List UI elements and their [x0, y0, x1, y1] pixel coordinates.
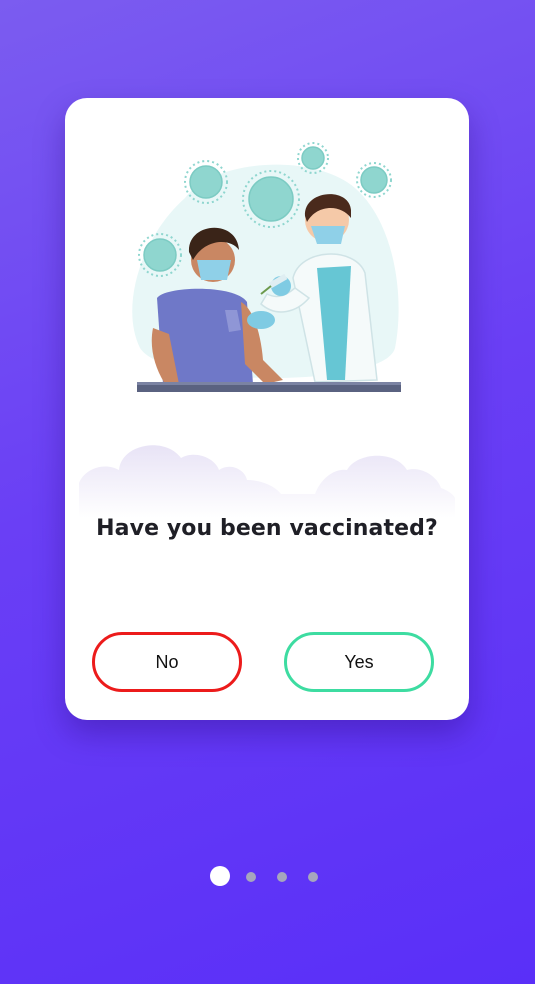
- question-card: Have you been vaccinated? No Yes: [65, 98, 469, 720]
- pagination-dot-2[interactable]: [246, 872, 256, 882]
- vaccination-illustration: [79, 142, 455, 518]
- pagination-dot-1[interactable]: [210, 866, 230, 886]
- pagination-dot-3[interactable]: [277, 872, 287, 882]
- question-title: Have you been vaccinated?: [96, 516, 438, 541]
- no-button[interactable]: No: [92, 632, 242, 692]
- pagination-dots: [0, 866, 535, 888]
- yes-button[interactable]: Yes: [284, 632, 434, 692]
- pagination-dot-4[interactable]: [308, 872, 318, 882]
